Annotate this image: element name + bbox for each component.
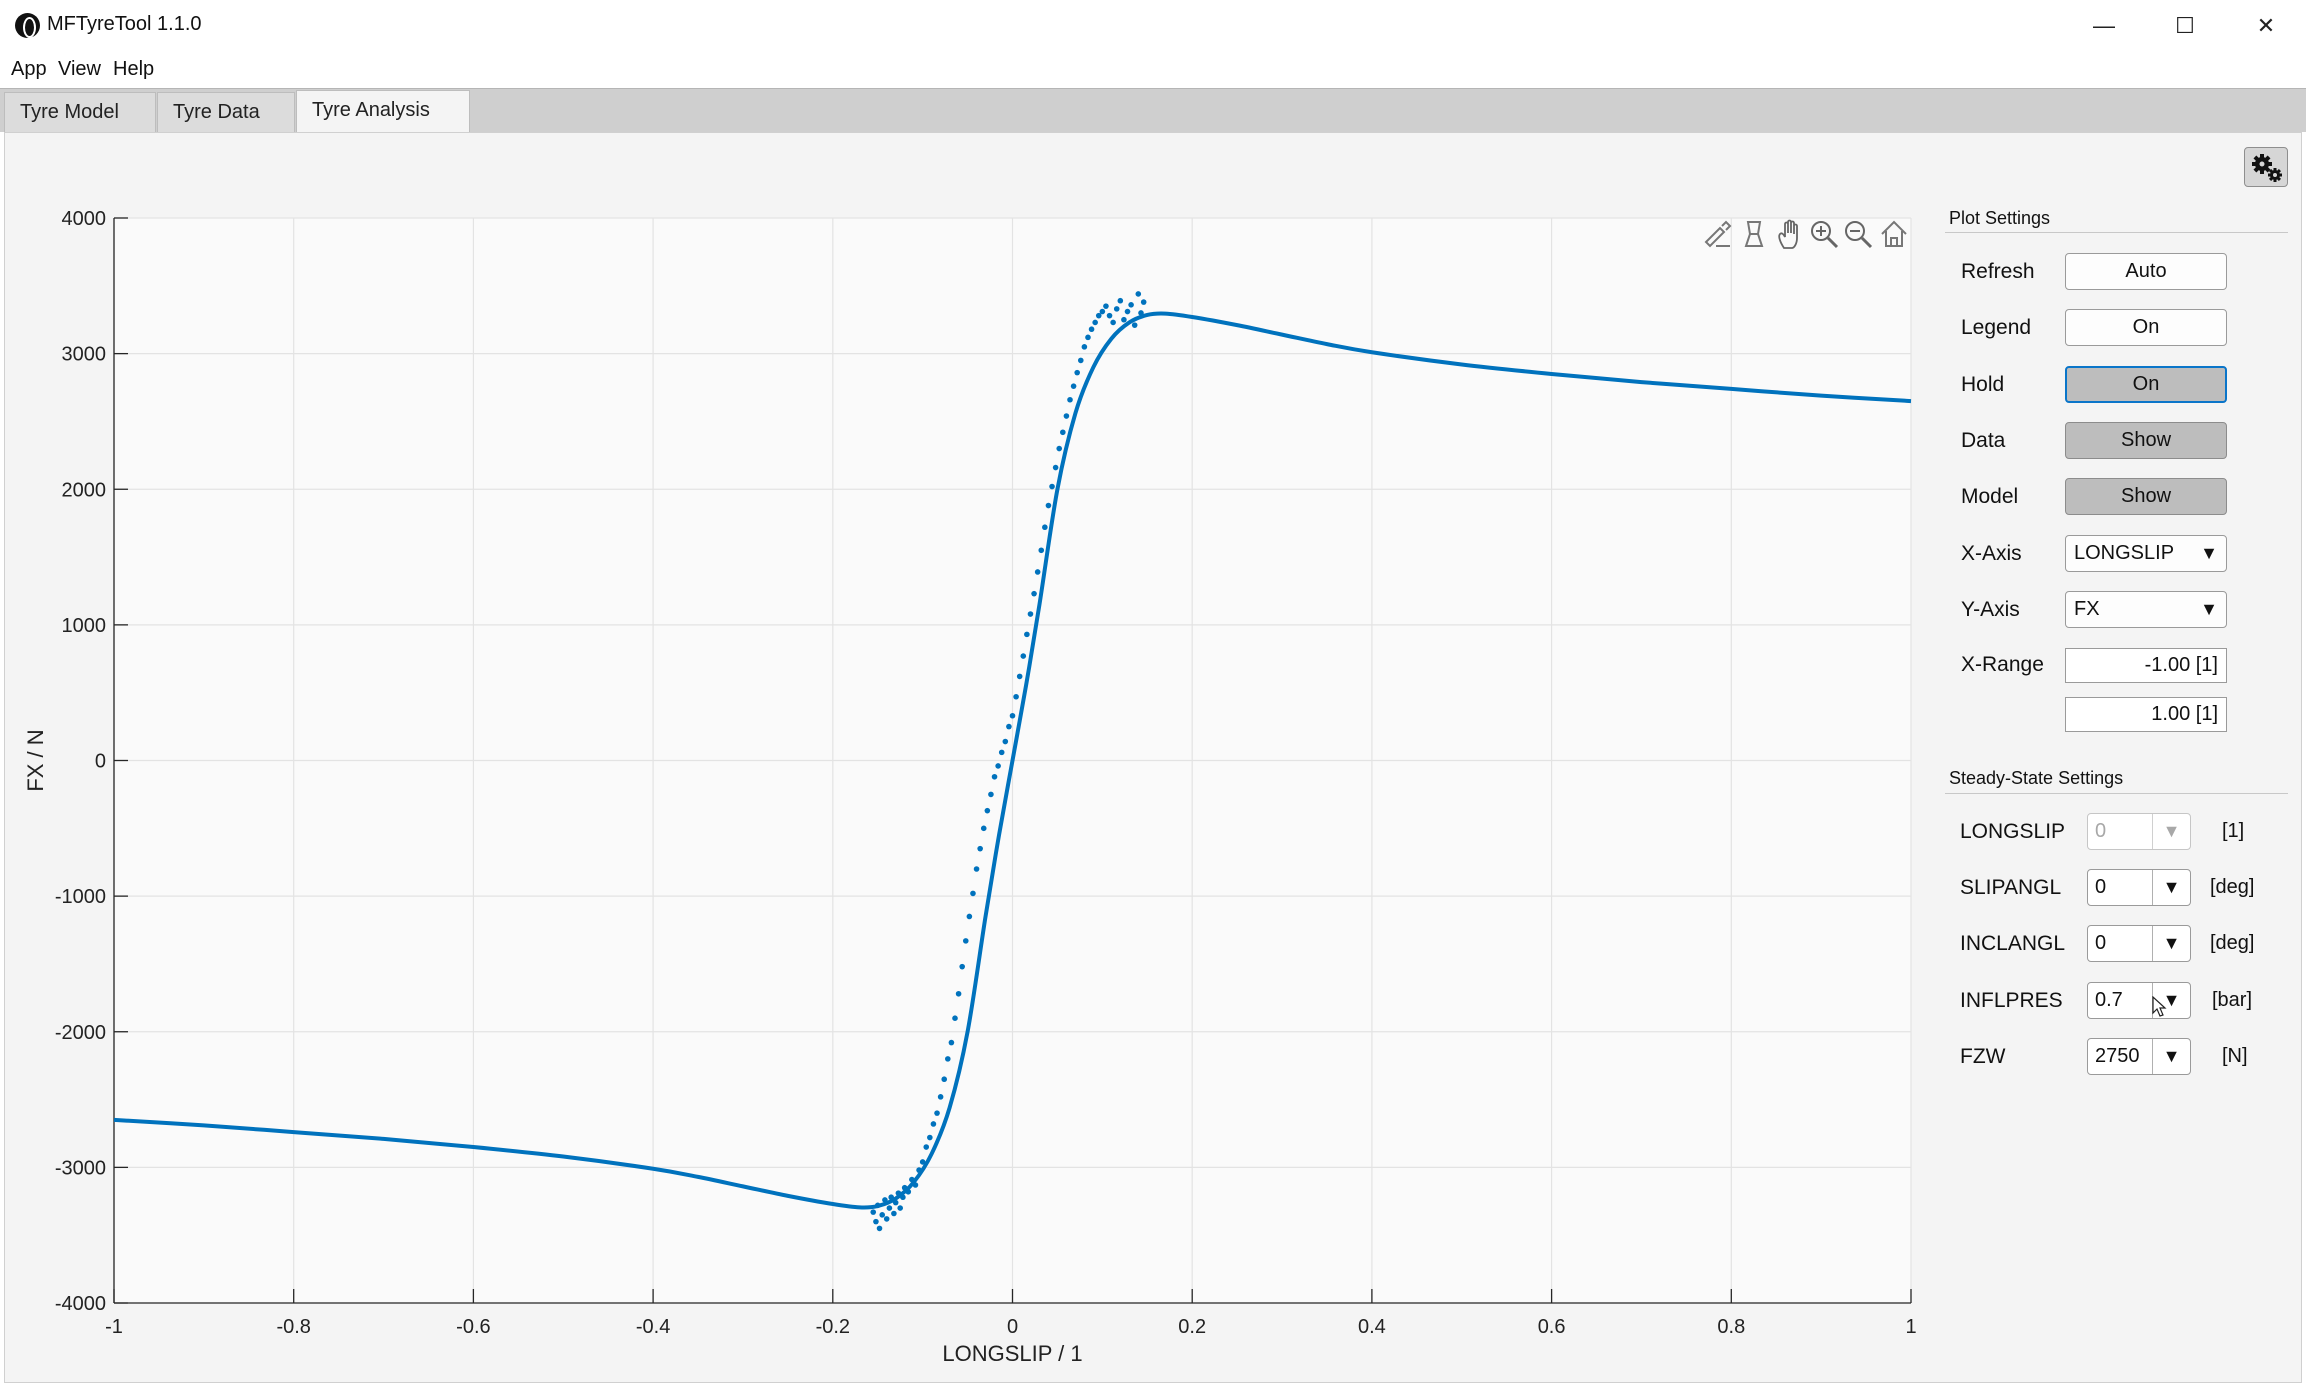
zoom-out-icon[interactable]	[1842, 218, 1874, 250]
tab-tyre-model[interactable]: Tyre Model	[4, 92, 156, 133]
inflpres-combo[interactable]: 0.7 ▼	[2087, 982, 2191, 1019]
slipangl-combo[interactable]: 0 ▼	[2087, 869, 2191, 906]
tab-tyre-analysis[interactable]: Tyre Analysis	[296, 90, 470, 134]
dropdown-arrow-icon: ▼	[2152, 814, 2190, 849]
legend-label: Legend	[1961, 316, 2032, 339]
inflpres-value: 0.7	[2095, 989, 2123, 1011]
steady-state-divider	[1945, 793, 2288, 794]
dropdown-arrow-icon[interactable]: ▼	[2152, 926, 2190, 961]
inclangl-label: INCLANGL	[1960, 932, 2066, 955]
tab-bar: Tyre Model Tyre Data Tyre Analysis	[0, 88, 2306, 134]
maximize-button[interactable]: ☐	[2145, 0, 2225, 52]
plot-settings-divider	[1945, 232, 2288, 233]
mouse-cursor-icon	[2152, 996, 2167, 1017]
dropdown-arrow-icon: ▼	[2200, 543, 2218, 563]
inclangl-value: 0	[2095, 932, 2107, 954]
longslip-value: 0	[2095, 820, 2107, 842]
slipangl-value: 0	[2095, 876, 2107, 898]
slipangl-unit: [deg]	[2210, 876, 2255, 898]
inclangl-combo[interactable]: 0 ▼	[2087, 925, 2191, 962]
model-label: Model	[1961, 485, 2019, 508]
inclangl-unit: [deg]	[2210, 932, 2255, 954]
inflpres-label: INFLPRES	[1960, 989, 2063, 1012]
y-axis-select-value: FX	[2074, 598, 2100, 620]
refresh-label: Refresh	[1961, 260, 2035, 283]
hold-label: Hold	[1961, 373, 2005, 396]
data-label: Data	[1961, 429, 2006, 452]
fzw-value: 2750	[2095, 1045, 2140, 1067]
longslip-unit: [1]	[2222, 820, 2245, 842]
fzw-unit: [N]	[2222, 1045, 2248, 1067]
menu-bar: App View Help	[0, 52, 2306, 88]
refresh-button[interactable]: Auto	[2065, 253, 2227, 290]
home-icon[interactable]	[1878, 218, 1910, 250]
brush-icon[interactable]	[1702, 218, 1734, 250]
menu-view[interactable]: View	[58, 58, 101, 81]
minimize-icon: —	[2093, 13, 2115, 38]
close-button[interactable]: ✕	[2226, 0, 2306, 52]
dropdown-arrow-icon[interactable]: ▼	[2152, 870, 2190, 905]
close-icon: ✕	[2256, 13, 2276, 38]
x-range-label: X-Range	[1961, 653, 2044, 676]
x-range-max-field[interactable]: 1.00 [1]	[2065, 697, 2227, 732]
fzw-label: FZW	[1960, 1045, 2006, 1068]
menu-app[interactable]: App	[11, 58, 47, 81]
model-show-button[interactable]: Show	[2065, 478, 2227, 515]
hold-button[interactable]: On	[2065, 366, 2227, 403]
title-bar: MFTyreTool 1.1.0 — ☐ ✕	[0, 0, 2306, 52]
fzw-combo[interactable]: 2750 ▼	[2087, 1038, 2191, 1075]
slipangl-label: SLIPANGL	[1960, 876, 2062, 899]
data-tips-icon[interactable]	[1738, 218, 1770, 250]
plot-area[interactable]	[114, 218, 1911, 1303]
settings-button[interactable]	[2244, 147, 2288, 187]
x-axis-select[interactable]: LONGSLIP ▼	[2065, 535, 2227, 572]
dropdown-arrow-icon: ▼	[2200, 599, 2218, 619]
zoom-in-icon[interactable]	[1808, 218, 1840, 250]
dropdown-arrow-icon[interactable]: ▼	[2152, 1039, 2190, 1074]
x-range-min-field[interactable]: -1.00 [1]	[2065, 648, 2227, 683]
longslip-label: LONGSLIP	[1960, 820, 2066, 843]
data-show-button[interactable]: Show	[2065, 422, 2227, 459]
pan-icon[interactable]	[1774, 218, 1806, 250]
window-title: MFTyreTool 1.1.0	[47, 13, 202, 35]
plot-settings-title: Plot Settings	[1949, 208, 2051, 228]
gears-icon	[2252, 154, 2282, 182]
minimize-button[interactable]: —	[2064, 0, 2144, 52]
maximize-icon: ☐	[2175, 13, 2195, 38]
legend-button[interactable]: On	[2065, 309, 2227, 346]
x-axis-select-value: LONGSLIP	[2074, 542, 2175, 564]
menu-help[interactable]: Help	[113, 58, 154, 81]
steady-state-title: Steady-State Settings	[1949, 768, 2124, 788]
tab-tyre-data[interactable]: Tyre Data	[157, 92, 295, 133]
y-axis-setting-label: Y-Axis	[1961, 598, 2020, 621]
y-axis-select[interactable]: FX ▼	[2065, 591, 2227, 628]
inflpres-unit: [bar]	[2212, 989, 2253, 1011]
longslip-combo: 0 ▼	[2087, 813, 2191, 850]
x-axis-setting-label: X-Axis	[1961, 542, 2022, 565]
tyre-app-icon	[15, 13, 40, 38]
